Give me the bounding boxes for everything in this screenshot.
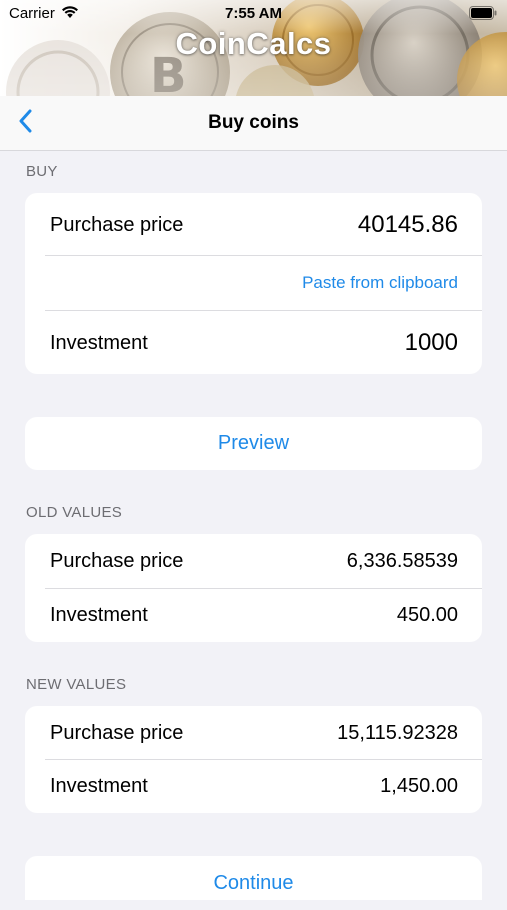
new-values-section-header: NEW VALUES	[26, 676, 127, 693]
new-investment-label: Investment	[50, 775, 148, 797]
navigation-bar: Buy coins	[0, 96, 507, 151]
old-values-section-header: OLD VALUES	[26, 504, 123, 521]
new-purchase-price-row: Purchase price 15,115.92328	[25, 706, 482, 759]
new-investment-row: Investment 1,450.00	[25, 760, 482, 813]
status-bar: Carrier 7:55 AM	[0, 0, 507, 30]
old-purchase-price-value: 6,336.58539	[346, 550, 458, 572]
buy-card: Purchase price 40145.86 Paste from clipb…	[25, 193, 482, 374]
continue-button[interactable]: Continue	[25, 856, 482, 900]
status-time: 7:55 AM	[225, 5, 282, 22]
old-purchase-price-row: Purchase price 6,336.58539	[25, 534, 482, 588]
preview-button[interactable]: Preview	[25, 417, 482, 470]
new-purchase-price-value: 15,115.92328	[337, 722, 458, 744]
battery-icon	[469, 6, 497, 25]
old-purchase-price-label: Purchase price	[50, 550, 184, 572]
investment-label: Investment	[50, 332, 148, 354]
app-title: CoinCalcs	[175, 26, 332, 61]
new-investment-value: 1,450.00	[380, 775, 458, 797]
old-investment-row: Investment 450.00	[25, 589, 482, 642]
paste-row: Paste from clipboard	[25, 256, 482, 310]
purchase-price-label: Purchase price	[50, 214, 184, 236]
buy-section-header: BUY	[26, 163, 58, 180]
investment-row[interactable]: Investment 1000	[25, 311, 482, 374]
old-investment-value: 450.00	[396, 604, 458, 626]
new-values-card: Purchase price 15,115.92328 Investment 1…	[25, 706, 482, 813]
paste-from-clipboard-button[interactable]: Paste from clipboard	[302, 273, 458, 293]
purchase-price-input[interactable]: 40145.86	[358, 211, 458, 239]
investment-input[interactable]: 1000	[405, 329, 458, 357]
page-title: Buy coins	[208, 112, 299, 133]
old-values-card: Purchase price 6,336.58539 Investment 45…	[25, 534, 482, 642]
purchase-price-row[interactable]: Purchase price 40145.86	[25, 193, 482, 255]
new-purchase-price-label: Purchase price	[50, 722, 184, 744]
old-investment-label: Investment	[50, 604, 148, 626]
